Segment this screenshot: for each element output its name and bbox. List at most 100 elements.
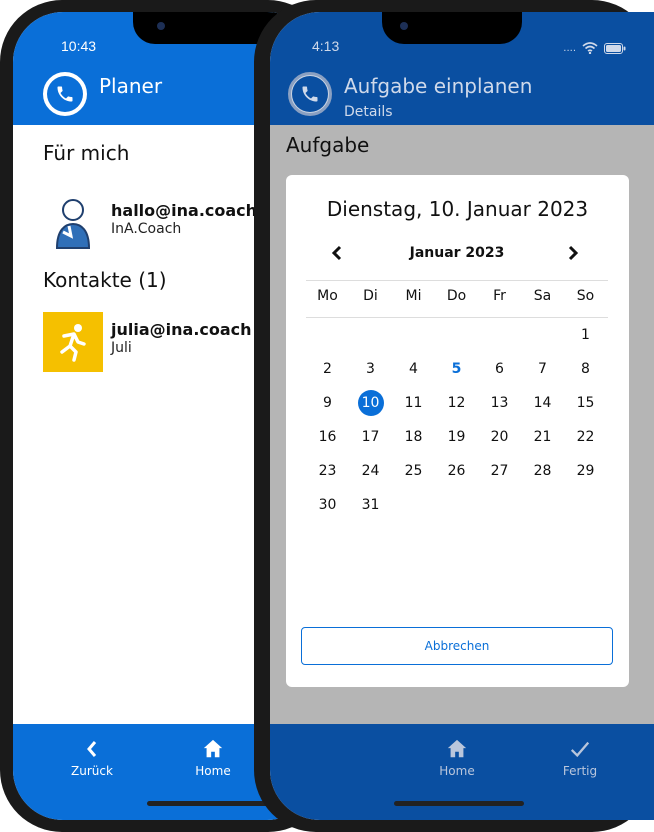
calendar-day[interactable]: 29 [564,457,607,485]
coach-avatar-icon [43,193,103,253]
notch [382,12,522,44]
section-title-mine: Für mich [43,141,130,165]
home-button[interactable]: Home [178,738,248,778]
weekday-label: Do [446,288,467,304]
camera [157,22,165,30]
calendar-day-number: 29 [576,463,595,479]
calendar-day[interactable]: 4 [392,355,435,383]
contact-email: julia@ina.coach [111,320,252,339]
calendar-day[interactable]: 7 [521,355,564,383]
weekday-label: Di [363,288,378,304]
front-phone-screen: Aufgabe einplanen Details 4:13 .... Aufg… [270,12,654,820]
divider [306,317,608,318]
next-month-button[interactable] [560,241,586,267]
divider [306,280,608,281]
section-title-task: Aufgabe [286,133,370,157]
calendar-day[interactable]: 12 [435,389,478,417]
home-icon [422,738,492,760]
calendar-day[interactable]: 9 [306,389,349,417]
calendar-day[interactable]: 13 [478,389,521,417]
calendar-day[interactable]: 28 [521,457,564,485]
home-icon [178,738,248,760]
page-title: Planer [99,74,163,98]
home-label: Home [439,764,475,778]
page-subtitle: Details [344,104,393,120]
calendar-day[interactable]: 21 [521,423,564,451]
running-person-icon [43,312,103,372]
calendar-day[interactable]: 31 [349,491,392,519]
battery-icon [604,39,626,58]
calendar-day[interactable]: 1 [564,321,607,349]
calendar-day-number: 13 [490,395,509,411]
calendar-day-number: 14 [533,395,552,411]
done-label: Fertig [562,764,598,778]
status-icons: .... [563,39,626,58]
calendar-day-number: 31 [361,497,380,513]
weekday-label: Mo [317,288,338,304]
calendar-day[interactable]: 16 [306,423,349,451]
phone-icon [292,76,328,112]
calendar-day[interactable]: 8 [564,355,607,383]
signal-dots-icon: .... [563,43,576,54]
month-navigation: Januar 2023 [306,241,608,267]
calendar-day[interactable]: 17 [349,423,392,451]
calendar-day-number: 8 [581,361,590,377]
cancel-button[interactable]: Abbrechen [301,627,613,665]
contact-email: hallo@ina.coach [111,201,258,220]
calendar-day[interactable]: 22 [564,423,607,451]
date-picker-dialog: Dienstag, 10. Januar 2023 Januar 2023 Mo… [286,175,629,687]
calendar-day[interactable]: 19 [435,423,478,451]
calendar-day-number: 2 [323,361,332,377]
calendar-day-number: 1 [581,327,590,343]
calendar-day-number: 11 [404,395,423,411]
calendar-day[interactable]: 20 [478,423,521,451]
calendar-day[interactable]: 3 [349,355,392,383]
calendar-day[interactable]: 23 [306,457,349,485]
chevron-right-icon [567,242,579,266]
calendar-day-number: 24 [361,463,380,479]
calendar-day-number: 18 [404,429,423,445]
calendar-day-number: 17 [361,429,380,445]
calendar-day-number: 3 [366,361,375,377]
calendar-day-number: 26 [447,463,466,479]
calendar-day-number: 5 [451,361,462,377]
weekday-label: So [576,288,595,304]
contact-name: InA.Coach [111,221,182,237]
calendar-day[interactable]: 15 [564,389,607,417]
home-button[interactable]: Home [422,738,492,778]
calendar-day[interactable]: 11 [392,389,435,417]
calendar-day-number: 25 [404,463,423,479]
calendar-day-number: 28 [533,463,552,479]
calendar-day[interactable]: 6 [478,355,521,383]
app-logo [43,72,87,116]
page-title: Aufgabe einplanen [344,74,533,98]
calendar-day-number: 21 [533,429,552,445]
calendar-day[interactable]: 26 [435,457,478,485]
status-time: 4:13 [312,38,340,54]
done-button[interactable]: Fertig [545,738,615,778]
home-indicator [394,801,524,806]
wifi-icon [582,39,598,58]
calendar-day-number: 22 [576,429,595,445]
calendar-day-number: 30 [318,497,337,513]
calendar-day[interactable]: 24 [349,457,392,485]
calendar-day-number: 16 [318,429,337,445]
calendar-day-number: 10 [357,390,384,416]
calendar-day[interactable]: 14 [521,389,564,417]
calendar-day[interactable]: 25 [392,457,435,485]
calendar-day[interactable]: 18 [392,423,435,451]
contact-name: Juli [111,340,132,356]
back-button[interactable]: Zurück [57,738,127,778]
camera [400,22,408,30]
phone-icon [47,76,83,112]
weekday-label: Sa [533,288,552,304]
calendar-day[interactable]: 27 [478,457,521,485]
calendar-day[interactable]: 30 [306,491,349,519]
home-label: Home [195,764,231,778]
calendar-day[interactable]: 5 [435,355,478,383]
calendar-day[interactable]: 10 [349,389,392,417]
section-title-contacts: Kontakte (1) [43,268,167,292]
status-time: 10:43 [61,38,97,54]
front-phone-frame: Aufgabe einplanen Details 4:13 .... Aufg… [254,0,654,832]
calendar-day[interactable]: 2 [306,355,349,383]
